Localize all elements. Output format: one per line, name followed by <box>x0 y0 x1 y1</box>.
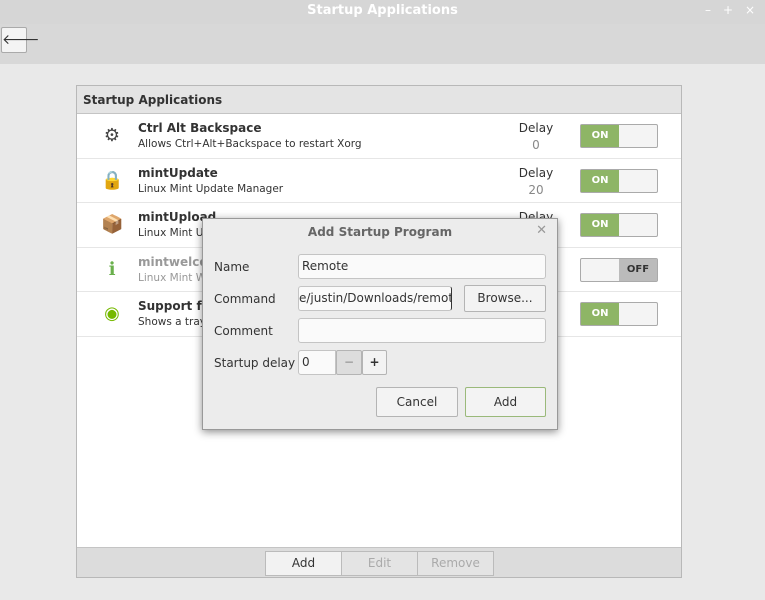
item-name: Ctrl Alt Backspace <box>138 121 262 135</box>
item-description: Shows a tray <box>138 316 206 328</box>
delay-label: Delay <box>518 121 554 135</box>
item-description: Allows Ctrl+Alt+Backspace to restart Xor… <box>138 138 362 150</box>
comment-input[interactable] <box>298 318 546 343</box>
edit-button[interactable]: Edit <box>341 551 418 576</box>
back-button[interactable]: 🡐 <box>1 27 40 53</box>
name-label: Name <box>214 260 250 274</box>
toggle-state: ON <box>581 125 619 147</box>
delay-input[interactable]: 0 <box>298 350 336 375</box>
dialog-title: Add Startup Program <box>307 225 453 239</box>
arrow-left-icon: 🡐 <box>2 32 40 48</box>
item-description: Linux Mint Update Manager <box>138 182 284 195</box>
panel-header: Startup Applications <box>77 86 681 114</box>
comment-label: Comment <box>214 324 273 338</box>
list-item[interactable]: ⚙ Ctrl Alt Backspace Allows Ctrl+Alt+Bac… <box>77 114 681 159</box>
startup-delay-label: Startup delay <box>214 356 296 370</box>
command-input[interactable]: e/justin/Downloads/remote <box>298 286 452 311</box>
enable-toggle[interactable]: ON <box>580 124 658 148</box>
delay-label: Delay <box>518 165 554 180</box>
nvidia-icon: ◉ <box>104 303 120 324</box>
info-chat-icon: ℹ <box>108 258 116 280</box>
close-button[interactable]: × <box>745 3 755 17</box>
enable-toggle[interactable]: ON <box>580 302 658 326</box>
enable-toggle[interactable]: ON <box>580 213 658 237</box>
package-upload-icon: 📦 <box>101 214 124 235</box>
delay-value: 20 <box>528 182 544 197</box>
item-name: Support fo <box>138 299 210 313</box>
add-button[interactable]: Add <box>265 551 342 576</box>
close-icon[interactable]: ✕ <box>536 223 547 238</box>
enable-toggle[interactable]: OFF <box>580 257 658 282</box>
command-label: Command <box>214 292 276 306</box>
add-startup-program-dialog: Add Startup Program ✕ Name Remote Comman… <box>202 218 558 430</box>
enable-toggle[interactable]: ON <box>580 168 658 193</box>
browse-button[interactable]: Browse... <box>464 285 546 312</box>
item-description: Linux Mint Up <box>138 227 211 239</box>
delay-value: 0 <box>532 138 540 152</box>
toggle-state: OFF <box>619 258 657 281</box>
gear-icon: ⚙ <box>103 125 121 146</box>
increment-button[interactable]: + <box>362 350 387 375</box>
toggle-state: ON <box>581 169 619 192</box>
name-input[interactable]: Remote <box>298 254 546 279</box>
dialog-add-button[interactable]: Add <box>465 387 546 417</box>
item-description: Linux Mint W <box>138 271 207 284</box>
cancel-button[interactable]: Cancel <box>376 387 458 417</box>
toggle-state: ON <box>581 214 619 236</box>
maximize-button[interactable]: + <box>723 3 733 17</box>
lock-icon: 🔒 <box>101 169 124 191</box>
minimize-button[interactable]: – <box>705 3 711 17</box>
remove-button[interactable]: Remove <box>417 551 494 576</box>
item-name: mintUpdate <box>138 165 218 180</box>
window-title: Startup Applications <box>307 3 458 18</box>
toggle-state: ON <box>581 303 619 325</box>
list-toolbar: Add Edit Remove <box>77 547 681 577</box>
delay-info: Delay 20 <box>507 166 565 197</box>
item-name: mintwelco <box>138 254 208 269</box>
list-item[interactable]: 🔒 mintUpdate Linux Mint Update Manager De… <box>77 159 681 203</box>
toolbar <box>0 24 765 64</box>
delay-info: Delay 0 <box>507 121 565 152</box>
decrement-button[interactable]: − <box>336 350 362 375</box>
